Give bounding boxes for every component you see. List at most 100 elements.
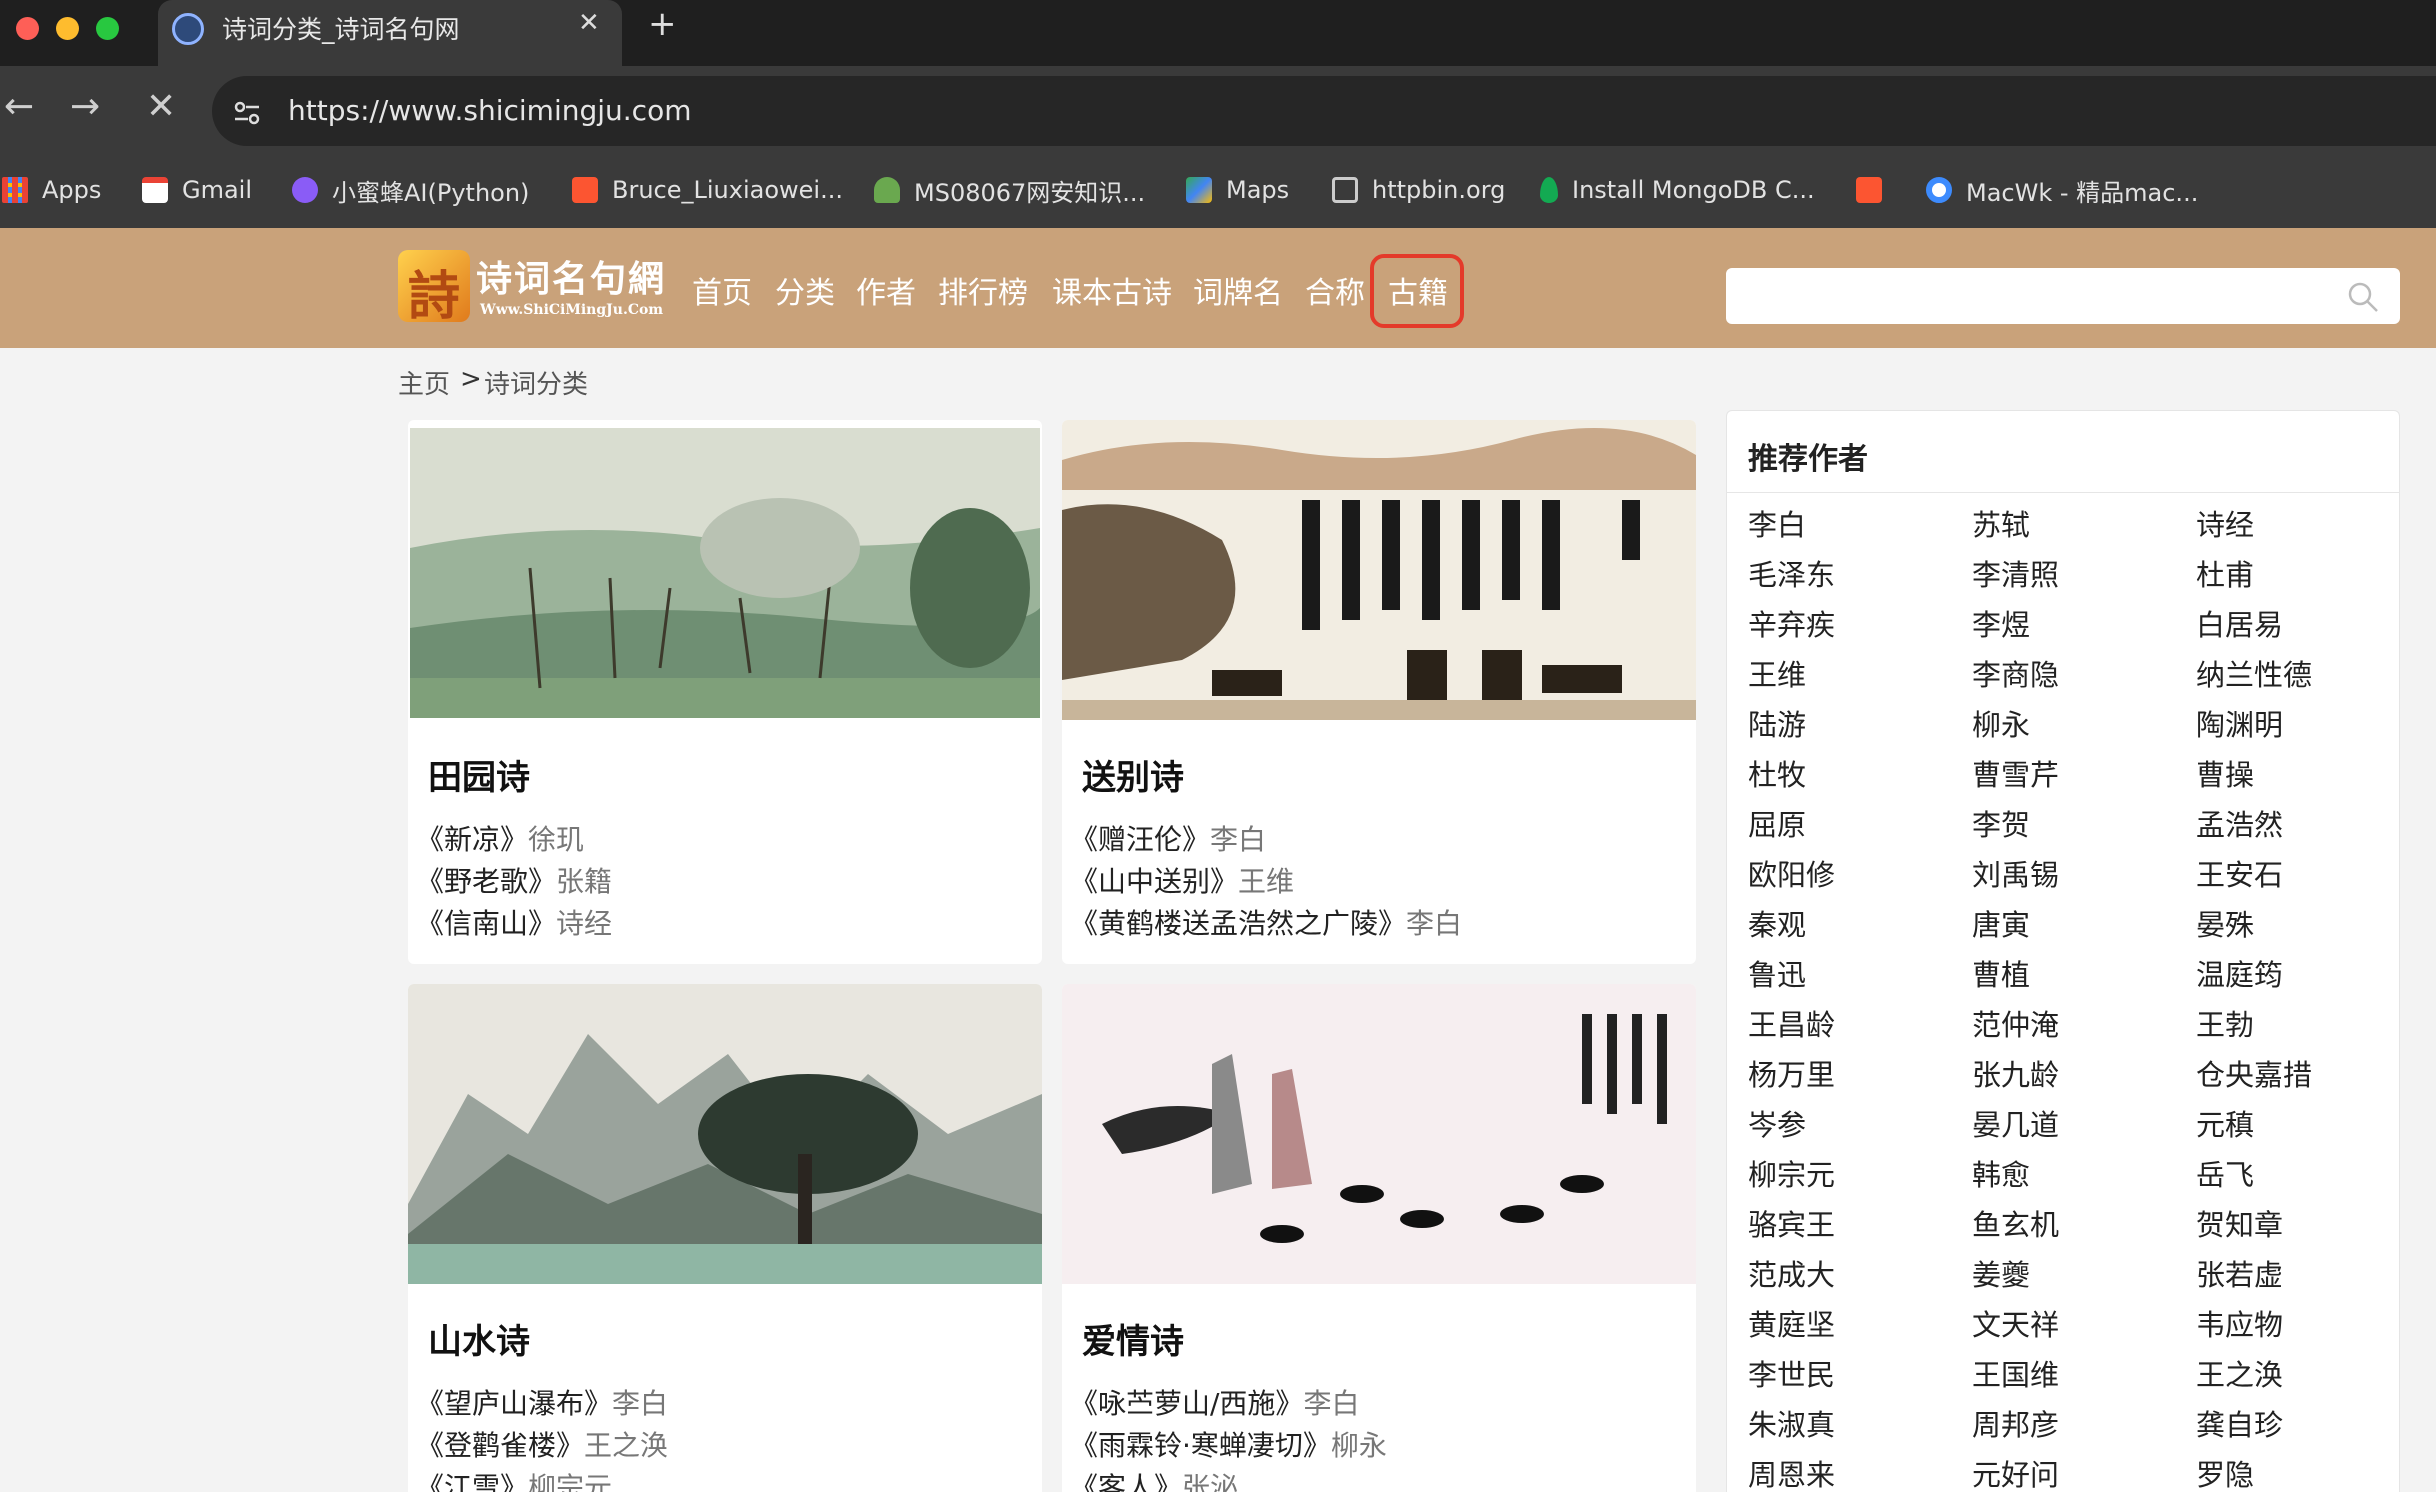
author-link[interactable]: 毛泽东	[1748, 552, 1835, 594]
author-link[interactable]: 柳永	[1972, 702, 2030, 744]
author-link[interactable]: 曹雪芹	[1972, 752, 2059, 794]
category-title[interactable]: 山水诗	[428, 1314, 530, 1363]
author-link[interactable]: 元好问	[1972, 1452, 2059, 1492]
category-title[interactable]: 田园诗	[428, 750, 530, 799]
bookmark-macwk[interactable]: MacWk - 精品mac...	[1926, 170, 2198, 210]
author-link[interactable]: 范成大	[1748, 1252, 1835, 1294]
search-icon[interactable]	[2346, 280, 2380, 314]
author-link[interactable]: 白居易	[2196, 602, 2283, 644]
poem-link[interactable]: 《江雪》柳宗元	[416, 1466, 612, 1492]
poem-link[interactable]: 《新凉》徐玑	[416, 818, 584, 858]
maximize-window-button[interactable]	[96, 17, 119, 40]
author-link[interactable]: 王之涣	[2196, 1352, 2283, 1394]
back-icon[interactable]: ←	[4, 86, 34, 127]
author-link[interactable]: 诗经	[2196, 502, 2254, 544]
search-input[interactable]	[1726, 268, 2400, 324]
author-link[interactable]: 贺知章	[2196, 1202, 2283, 1244]
author-link[interactable]: 王勃	[2196, 1002, 2254, 1044]
author-link[interactable]: 李清照	[1972, 552, 2059, 594]
poem-link[interactable]: 《客人》张泌	[1070, 1466, 1238, 1492]
author-link[interactable]: 罗隐	[2196, 1452, 2254, 1492]
author-link[interactable]: 王昌龄	[1748, 1002, 1835, 1044]
category-title[interactable]: 送别诗	[1082, 750, 1184, 799]
author-link[interactable]: 朱淑真	[1748, 1402, 1835, 1444]
author-link[interactable]: 姜夔	[1972, 1252, 2030, 1294]
poem-link[interactable]: 《登鹳雀楼》王之涣	[416, 1424, 668, 1464]
category-card[interactable]: 爱情诗 《咏苎萝山/西施》李白 《雨霖铃·寒蝉凄切》柳永 《客人》张泌	[1062, 984, 1696, 1492]
poem-link[interactable]: 《望庐山瀑布》李白	[416, 1382, 668, 1422]
poem-link[interactable]: 《雨霖铃·寒蝉凄切》柳永	[1070, 1424, 1387, 1464]
author-link[interactable]: 欧阳修	[1748, 852, 1835, 894]
author-link[interactable]: 范仲淹	[1972, 1002, 2059, 1044]
close-window-button[interactable]	[16, 17, 39, 40]
author-link[interactable]: 刘禹锡	[1972, 852, 2059, 894]
author-link[interactable]: 曹操	[2196, 752, 2254, 794]
nav-home[interactable]: 首页	[692, 268, 752, 312]
author-link[interactable]: 陆游	[1748, 702, 1806, 744]
author-link[interactable]: 晏殊	[2196, 902, 2254, 944]
nav-cipai[interactable]: 词牌名	[1193, 268, 1283, 312]
bookmark-xiaomifeng[interactable]: 小蜜蜂AI(Python)	[292, 170, 529, 210]
poem-link[interactable]: 《赠汪伦》李白	[1070, 818, 1266, 858]
author-link[interactable]: 韩愈	[1972, 1152, 2030, 1194]
author-link[interactable]: 柳宗元	[1748, 1152, 1835, 1194]
nav-hecheng[interactable]: 合称	[1305, 268, 1365, 312]
author-link[interactable]: 李白	[1748, 502, 1806, 544]
author-link[interactable]: 王维	[1748, 652, 1806, 694]
author-link[interactable]: 唐寅	[1972, 902, 2030, 944]
author-link[interactable]: 杨万里	[1748, 1052, 1835, 1094]
author-link[interactable]: 李贺	[1972, 802, 2030, 844]
stop-loading-icon[interactable]: ✕	[146, 86, 176, 127]
nav-textbook-poems[interactable]: 课本古诗	[1052, 268, 1172, 312]
breadcrumb-home[interactable]: 主页	[398, 364, 450, 401]
bookmark-maps[interactable]: Maps	[1186, 170, 1289, 210]
author-link[interactable]: 张九龄	[1972, 1052, 2059, 1094]
bookmark-apps[interactable]: Apps	[2, 170, 101, 210]
category-card[interactable]: 山水诗 《望庐山瀑布》李白 《登鹳雀楼》王之涣 《江雪》柳宗元	[408, 984, 1042, 1492]
minimize-window-button[interactable]	[56, 17, 79, 40]
bookmark-httpbin[interactable]: httpbin.org	[1332, 170, 1505, 210]
bookmark-ms08067[interactable]: MS08067网安知识...	[874, 170, 1145, 210]
bookmark-mongodb[interactable]: Install MongoDB C...	[1540, 170, 1815, 210]
author-link[interactable]: 周邦彦	[1972, 1402, 2059, 1444]
author-link[interactable]: 韦应物	[2196, 1302, 2283, 1344]
author-link[interactable]: 李商隐	[1972, 652, 2059, 694]
author-link[interactable]: 李煜	[1972, 602, 2030, 644]
category-card[interactable]: 送别诗 《赠汪伦》李白 《山中送别》王维 《黄鹤楼送孟浩然之广陵》李白	[1062, 420, 1696, 964]
author-link[interactable]: 杜牧	[1748, 752, 1806, 794]
author-link[interactable]: 元稹	[2196, 1102, 2254, 1144]
new-tab-icon[interactable]: +	[648, 4, 677, 44]
author-link[interactable]: 陶渊明	[2196, 702, 2283, 744]
forward-icon[interactable]: →	[70, 86, 100, 127]
category-card[interactable]: 田园诗 《新凉》徐玑 《野老歌》张籍 《信南山》诗经	[408, 420, 1042, 964]
author-link[interactable]: 文天祥	[1972, 1302, 2059, 1344]
bookmark-gmail[interactable]: Gmail	[142, 170, 252, 210]
author-link[interactable]: 辛弃疾	[1748, 602, 1835, 644]
poem-link[interactable]: 《信南山》诗经	[416, 902, 612, 942]
poem-link[interactable]: 《山中送别》王维	[1070, 860, 1294, 900]
category-title[interactable]: 爱情诗	[1082, 1314, 1184, 1363]
author-link[interactable]: 岑参	[1748, 1102, 1806, 1144]
bookmark-bruce[interactable]: Bruce_Liuxiaowei...	[572, 170, 843, 210]
author-link[interactable]: 李世民	[1748, 1352, 1835, 1394]
site-settings-icon[interactable]	[232, 98, 262, 128]
author-link[interactable]: 岳飞	[2196, 1152, 2254, 1194]
poem-link[interactable]: 《咏苎萝山/西施》李白	[1070, 1382, 1359, 1422]
author-link[interactable]: 王国维	[1972, 1352, 2059, 1394]
author-link[interactable]: 仓央嘉措	[2196, 1052, 2312, 1094]
poem-link[interactable]: 《野老歌》张籍	[416, 860, 612, 900]
author-link[interactable]: 晏几道	[1972, 1102, 2059, 1144]
author-link[interactable]: 黄庭坚	[1748, 1302, 1835, 1344]
nav-ranking[interactable]: 排行榜	[938, 268, 1028, 312]
author-link[interactable]: 屈原	[1748, 802, 1806, 844]
author-link[interactable]: 龚自珍	[2196, 1402, 2283, 1444]
author-link[interactable]: 鲁迅	[1748, 952, 1806, 994]
author-link[interactable]: 温庭筠	[2196, 952, 2283, 994]
poem-link[interactable]: 《黄鹤楼送孟浩然之广陵》李白	[1070, 902, 1462, 942]
author-link[interactable]: 苏轼	[1972, 502, 2030, 544]
author-link[interactable]: 张若虚	[2196, 1252, 2283, 1294]
nav-author[interactable]: 作者	[856, 268, 916, 312]
author-link[interactable]: 骆宾王	[1748, 1202, 1835, 1244]
author-link[interactable]: 孟浩然	[2196, 802, 2283, 844]
author-link[interactable]: 秦观	[1748, 902, 1806, 944]
